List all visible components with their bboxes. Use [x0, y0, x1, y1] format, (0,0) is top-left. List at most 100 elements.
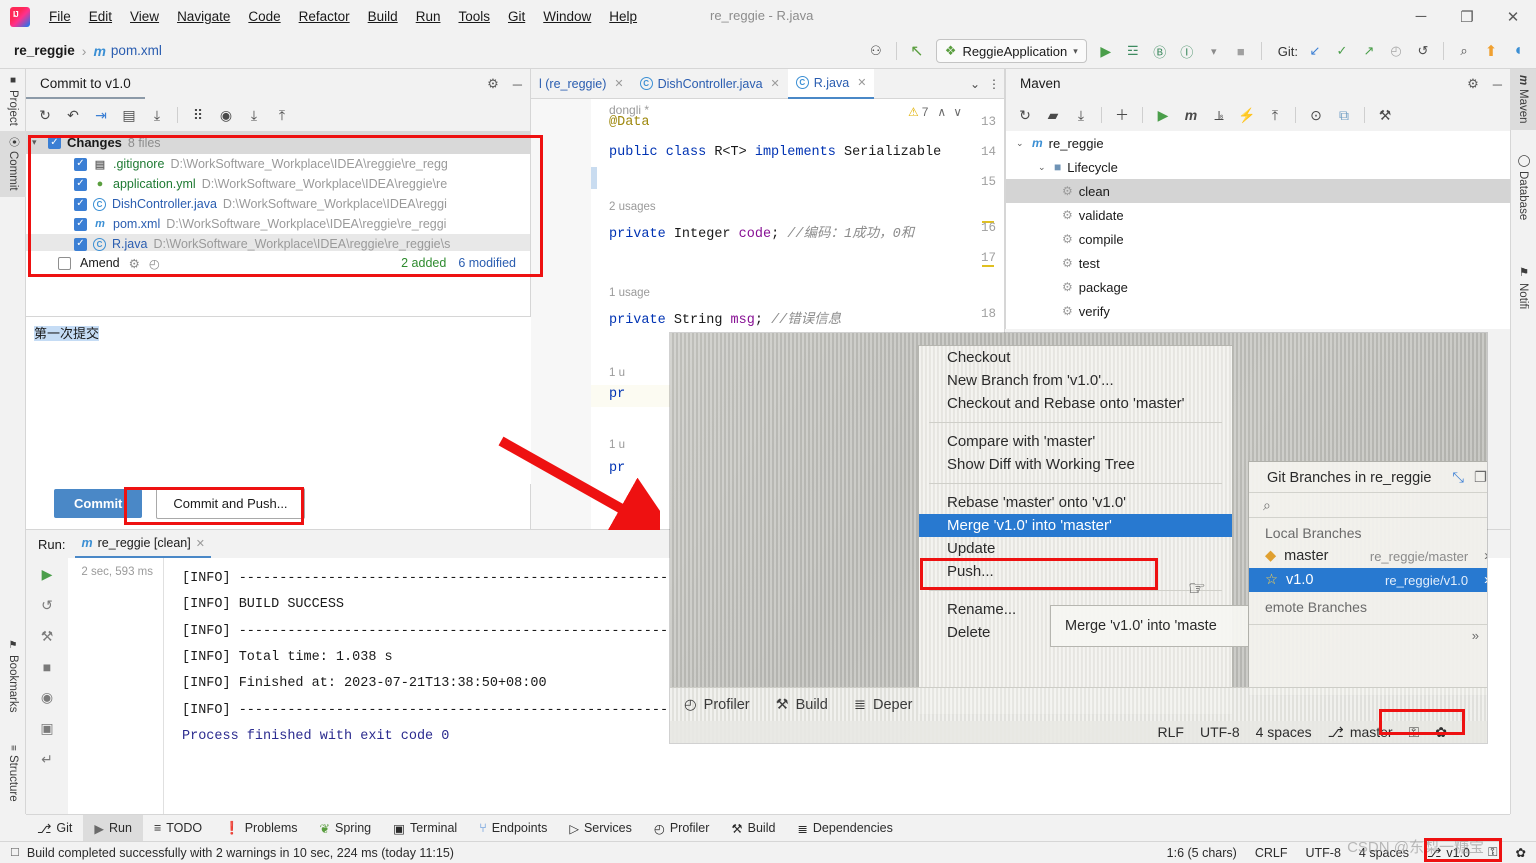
sidebar-item-notifications[interactable]: ⚑ Notifi [1510, 259, 1536, 315]
tab-services[interactable]: ▷ Services [558, 815, 643, 842]
git-commit-icon[interactable]: ✓ [1330, 39, 1354, 63]
changes-root-checkbox[interactable]: ✓ [48, 136, 61, 149]
sidebar-item-database[interactable]: ◯ Database [1510, 147, 1536, 226]
sidebar-item-project[interactable]: ■ Project [0, 69, 26, 132]
pin-icon[interactable]: ⤡ [1452, 470, 1464, 486]
maximize-button[interactable]: ❐ [1444, 0, 1490, 33]
minimize-button[interactable]: ─ [1398, 0, 1444, 33]
tab-options-icon[interactable]: ⋮ [988, 77, 1000, 91]
shelve-icon[interactable]: ⇥ [88, 103, 114, 127]
photo-tab-dependencies[interactable]: ≣ Deper [854, 697, 913, 713]
add-maven-project-icon[interactable]: ＋ [1109, 103, 1135, 127]
menu-help[interactable]: Help [600, 5, 646, 28]
breadcrumb-file[interactable]: pom.xml [111, 43, 162, 58]
chevron-down-icon[interactable]: ▾ [32, 137, 42, 148]
minimize-icon[interactable]: ─ [1493, 77, 1502, 92]
menu-build[interactable]: Build [359, 5, 407, 28]
minimize-icon[interactable]: ─ [513, 77, 522, 92]
show-diff-icon[interactable]: ▤ [116, 103, 142, 127]
run-maven-build-icon[interactable]: ▶ [1150, 103, 1176, 127]
menu-refactor[interactable]: Refactor [290, 5, 359, 28]
profile-icon[interactable]: Ⓘ [1175, 39, 1199, 63]
show-dependencies-icon[interactable]: ⊙ [1303, 103, 1329, 127]
menu-edit[interactable]: Edit [80, 5, 121, 28]
context-menu-item-merge[interactable]: Merge 'v1.0' into 'master' [919, 514, 1232, 537]
git-history-icon[interactable]: ◴ [1384, 39, 1408, 63]
tab-todo[interactable]: ≡ TODO [143, 815, 213, 842]
menu-view[interactable]: View [121, 5, 168, 28]
rollback-icon[interactable]: ↶ [60, 103, 86, 127]
tab-terminal[interactable]: ▣ Terminal [382, 815, 468, 842]
context-menu-item-rebase[interactable]: Rebase 'master' onto 'v1.0' [919, 491, 1232, 514]
stop-icon[interactable]: ■ [43, 659, 51, 675]
close-icon[interactable]: ✕ [771, 77, 780, 90]
run-tab-re-reggie-clean[interactable]: m re_reggie [clean] ✕ [75, 530, 211, 558]
tab-dishcontroller-java[interactable]: C DishController.java ✕ [632, 69, 788, 99]
preview-icon[interactable]: ◉ [213, 103, 239, 127]
maven-goal-compile[interactable]: ⚙ compile [1006, 227, 1510, 251]
chevron-down-icon[interactable]: ⌄ [1016, 138, 1026, 149]
file-checkbox[interactable]: ✓ [74, 157, 87, 171]
sidebar-item-bookmarks[interactable]: ⚑ Bookmarks [0, 634, 26, 719]
context-menu-item-update[interactable]: Update [919, 537, 1232, 560]
ide-avatar-icon[interactable]: ◖ [1506, 39, 1530, 63]
inspection-icon[interactable]: ✿ [1516, 845, 1526, 860]
maven-tree-node-lifecycle[interactable]: ⌄ ■ Lifecycle [1006, 155, 1510, 179]
expand-icon[interactable]: ❐ [1474, 470, 1487, 486]
execute-maven-goal-icon[interactable]: m [1178, 103, 1204, 127]
file-checkbox[interactable]: ✓ [74, 197, 87, 211]
search-everywhere-icon[interactable]: ⌕ [1452, 39, 1476, 63]
sidebar-item-commit[interactable]: ⦿ Commit [0, 131, 26, 197]
maven-goal-package[interactable]: ⚙ package [1006, 275, 1510, 299]
screenshot-icon[interactable]: ▣ [40, 720, 53, 737]
context-menu-item-show-diff[interactable]: Show Diff with Working Tree [919, 453, 1232, 476]
run-configuration-selector[interactable]: ❖ ReggieApplication ▾ [935, 39, 1087, 63]
rerun-failed-tests-icon[interactable]: ↺ [41, 597, 53, 614]
commit-and-push-button[interactable]: Commit and Push... [156, 488, 305, 519]
tab-dependencies[interactable]: ≣ Dependencies [786, 815, 903, 842]
nav-up-icon[interactable]: ∧ [937, 105, 946, 119]
update-icon[interactable]: ⤓ [144, 103, 170, 127]
gear-icon[interactable]: ⚙ [1467, 76, 1479, 92]
gear-icon[interactable]: ⚙ [129, 256, 140, 271]
inspection-icon[interactable]: ✿ [1435, 724, 1447, 741]
generate-sources-icon[interactable]: ▰ [1040, 103, 1066, 127]
branch-row-v1-0[interactable]: ☆ v1.0 re_reggie/v1.0 › [1249, 568, 1487, 592]
file-checkbox[interactable]: ✓ [74, 177, 87, 191]
toggle-offline-icon[interactable]: ⚡ [1234, 103, 1260, 127]
tab-problems[interactable]: ❗ Problems [213, 815, 308, 842]
git-push-icon[interactable]: ↗ [1357, 39, 1381, 63]
menu-tools[interactable]: Tools [449, 5, 499, 28]
reload-all-maven-projects-icon[interactable]: ↻ [1012, 103, 1038, 127]
git-rollback-icon[interactable]: ↺ [1411, 39, 1435, 63]
filter-icon[interactable]: ◉ [41, 689, 53, 706]
rerun-icon[interactable]: ▶ [42, 566, 53, 583]
close-icon[interactable]: ✕ [614, 77, 623, 90]
download-sources-icon[interactable]: ⤓ [1068, 103, 1094, 127]
table-row[interactable]: ✓ ▤ .gitignore D:\WorkSoftware_Workplace… [26, 154, 530, 174]
edit-configuration-icon[interactable]: ⚒ [41, 628, 54, 645]
maven-goal-test[interactable]: ⚙ test [1006, 251, 1510, 275]
maven-tree-node-project[interactable]: ⌄ m re_reggie [1006, 131, 1510, 155]
tab-endpoints[interactable]: ⑂ Endpoints [468, 815, 558, 842]
refresh-changes-icon[interactable]: ↻ [32, 103, 58, 127]
context-menu-item-compare[interactable]: Compare with 'master' [919, 430, 1232, 453]
table-row[interactable]: ✓ m pom.xml D:\WorkSoftware_Workplace\ID… [26, 214, 530, 234]
collapse-all-icon[interactable]: ⤒ [1262, 103, 1288, 127]
user-settings-icon[interactable]: ⚇ [864, 39, 888, 63]
show-diagram-icon[interactable]: ⧉ [1331, 103, 1357, 127]
tab-spring[interactable]: ❦ Spring [309, 815, 383, 842]
chevron-right-icon[interactable]: › [1484, 572, 1487, 588]
lock-icon[interactable]: ⚿ [1409, 724, 1420, 741]
maven-goal-clean[interactable]: ⚙ clean [1006, 179, 1510, 203]
menu-file[interactable]: File [40, 5, 80, 28]
commit-message-input[interactable]: 第一次提交 [26, 316, 531, 484]
table-row[interactable]: ✓ C R.java D:\WorkSoftware_Workplace\IDE… [26, 234, 530, 251]
tab-application-yml[interactable]: l (re_reggie) ✕ [531, 69, 632, 99]
close-button[interactable]: ✕ [1490, 0, 1536, 33]
file-checkbox[interactable]: ✓ [74, 217, 87, 231]
close-icon[interactable]: ✕ [857, 76, 866, 89]
sidebar-item-maven[interactable]: m Maven [1510, 69, 1536, 130]
chevron-right-icon[interactable]: › [1484, 548, 1487, 564]
caret-position[interactable]: 1:6 (5 chars) [1167, 846, 1237, 860]
